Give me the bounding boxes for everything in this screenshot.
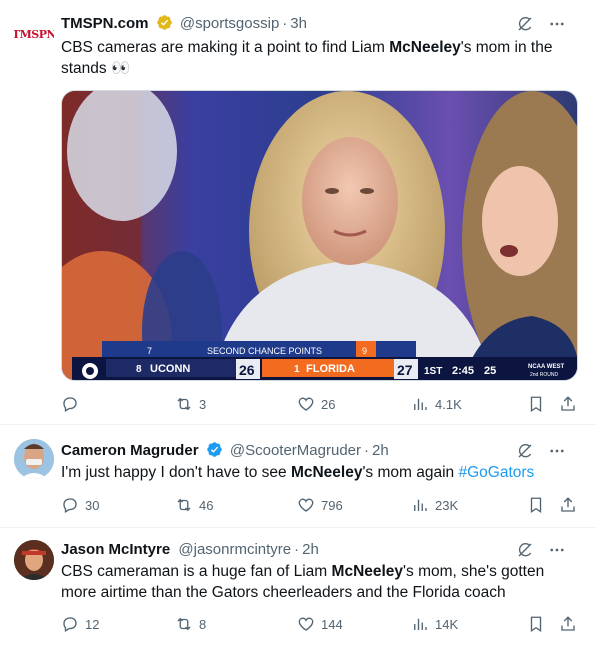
- period: 1ST: [424, 366, 442, 377]
- reply-icon: [63, 498, 77, 513]
- tweet-1[interactable]: TMSPN TMSPN.com @sportsgossip · 3h CBS cam…: [0, 0, 596, 425]
- views-button[interactable]: 4.1K: [411, 394, 462, 414]
- tweet-text: CBS cameraman is a huge fan of Liam McNe…: [61, 563, 545, 601]
- timestamp[interactable]: 3h: [290, 15, 307, 32]
- avatar[interactable]: [14, 439, 54, 479]
- tweet-2[interactable]: Cameron Magruder @ScooterMagruder · 2h I'm…: [0, 425, 596, 528]
- grok-icon[interactable]: [516, 15, 534, 33]
- repost-count: 3: [199, 396, 207, 412]
- bookmark-icon: [530, 396, 542, 413]
- broadcast-photo: 7 SECOND CHANCE POINTS 9 8 UCONN 26 1 FL…: [62, 91, 577, 380]
- bookmark-button[interactable]: [527, 394, 545, 414]
- share-icon: [561, 396, 575, 411]
- reply-icon: [63, 617, 77, 632]
- avatar[interactable]: [14, 540, 54, 580]
- heart-icon: [298, 617, 314, 631]
- round-sublabel: 2nd ROUND: [530, 372, 558, 378]
- heart-icon: [298, 498, 314, 512]
- tweet-media-image[interactable]: 7 SECOND CHANCE POINTS 9 8 UCONN 26 1 FL…: [61, 90, 578, 381]
- more-icon[interactable]: [548, 541, 566, 559]
- reply-button[interactable]: 30: [61, 495, 99, 515]
- reply-button[interactable]: 12: [61, 614, 99, 634]
- repost-icon: [177, 617, 191, 631]
- repost-button[interactable]: 8: [175, 614, 206, 634]
- verified-blue-icon: [206, 442, 222, 457]
- views-count: 4.1K: [435, 396, 462, 412]
- views-icon: [414, 398, 427, 410]
- more-icon[interactable]: [548, 15, 566, 33]
- tweet-actions: 30 46 796 23K: [61, 495, 578, 515]
- team2-score: 27: [397, 362, 413, 378]
- tweet-actions: 3 26 4.1K: [61, 394, 578, 414]
- bookmark-button[interactable]: [527, 495, 545, 515]
- views-icon: [414, 618, 427, 630]
- team2-name: FLORIDA: [306, 363, 355, 375]
- team1-score: 26: [239, 362, 255, 378]
- tweet-3[interactable]: Jason McIntyre @jasonrmcintyre · 2h CBS ca…: [0, 528, 596, 646]
- team1-rank: 8: [136, 364, 142, 375]
- tweet-header: Cameron Magruder @ScooterMagruder · 2h: [61, 441, 584, 461]
- avatar-photo: [14, 540, 54, 580]
- bookmark-icon: [530, 616, 542, 633]
- team2-rank: 1: [294, 364, 300, 375]
- like-count: 796: [321, 497, 343, 513]
- shot-clock: 25: [484, 365, 496, 377]
- avatar-logo: TMSPN: [14, 27, 54, 41]
- tweet-actions: 12 8 144 14K: [61, 614, 578, 634]
- views-icon: [414, 499, 427, 511]
- repost-button[interactable]: 3: [175, 394, 206, 414]
- like-button[interactable]: 144: [297, 614, 343, 634]
- repost-count: 8: [199, 616, 207, 632]
- repost-count: 46: [199, 497, 214, 513]
- share-icon: [561, 616, 575, 631]
- author-handle[interactable]: @ScooterMagruder: [230, 442, 361, 459]
- tweet-header: TMSPN.com @sportsgossip · 3h: [61, 14, 584, 34]
- more-icon[interactable]: [548, 442, 566, 460]
- reply-count: 30: [85, 497, 100, 513]
- views-count: 14K: [435, 616, 459, 632]
- share-button[interactable]: [559, 394, 577, 414]
- author-handle[interactable]: @jasonrmcintyre: [178, 541, 291, 558]
- hashtag-link[interactable]: #GoGators: [458, 464, 534, 481]
- stat-uconn: 7: [147, 346, 152, 356]
- repost-icon: [177, 498, 191, 512]
- timestamp[interactable]: 2h: [372, 442, 389, 459]
- author-handle[interactable]: @sportsgossip: [180, 15, 279, 32]
- share-button[interactable]: [559, 495, 577, 515]
- tweet-text: CBS cameras are making it a point to fin…: [61, 39, 553, 77]
- share-icon: [561, 497, 575, 512]
- share-button[interactable]: [559, 614, 577, 634]
- timestamp[interactable]: 2h: [302, 541, 319, 558]
- avatar[interactable]: TMSPN: [14, 14, 54, 54]
- reply-button[interactable]: [61, 394, 85, 414]
- reply-icon: [63, 397, 77, 412]
- heart-icon: [298, 397, 314, 411]
- grok-icon[interactable]: [516, 541, 534, 559]
- views-count: 23K: [435, 497, 459, 513]
- round-label: NCAA WEST: [528, 364, 564, 370]
- avatar-photo: [14, 439, 54, 479]
- stat-banner: SECOND CHANCE POINTS: [207, 346, 322, 356]
- repost-icon: [177, 397, 191, 411]
- views-button[interactable]: 14K: [411, 614, 458, 634]
- bookmark-button[interactable]: [527, 614, 545, 634]
- tweet-text: I'm just happy I don't have to see McNee…: [61, 464, 535, 481]
- author-name[interactable]: TMSPN.com: [61, 15, 149, 32]
- game-clock: 2:45: [452, 365, 474, 377]
- like-button[interactable]: 796: [297, 495, 343, 515]
- reply-count: 12: [85, 616, 100, 632]
- verified-gold-icon: [156, 15, 172, 30]
- author-name[interactable]: Jason McIntyre: [61, 541, 170, 558]
- stat-florida: 9: [362, 346, 367, 356]
- team1-name: UCONN: [150, 363, 190, 375]
- views-button[interactable]: 23K: [411, 495, 458, 515]
- repost-button[interactable]: 46: [175, 495, 213, 515]
- grok-icon[interactable]: [516, 442, 534, 460]
- author-name[interactable]: Cameron Magruder: [61, 442, 199, 459]
- bookmark-icon: [530, 497, 542, 514]
- like-count: 26: [321, 396, 336, 412]
- tweet-header: Jason McIntyre @jasonrmcintyre · 2h: [61, 540, 584, 560]
- like-button[interactable]: 26: [297, 394, 335, 414]
- like-count: 144: [321, 616, 343, 632]
